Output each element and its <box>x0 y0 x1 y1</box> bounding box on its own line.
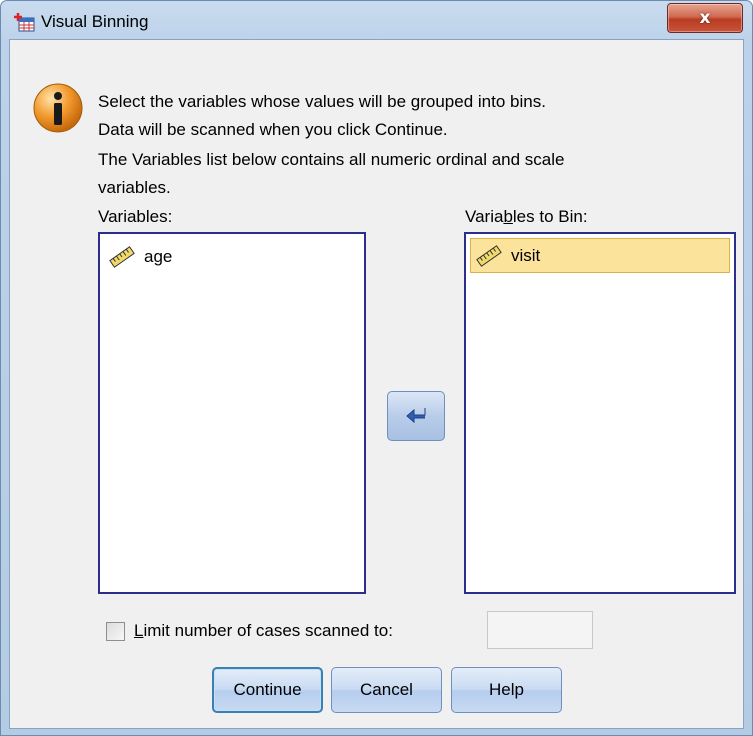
info-icon <box>33 83 83 133</box>
variables-list[interactable]: age <box>98 232 366 594</box>
continue-button[interactable]: Continue <box>212 667 323 713</box>
variable-name: visit <box>511 245 541 265</box>
app-icon <box>14 13 35 32</box>
variable-name: age <box>144 246 173 266</box>
info-text-line-4: variables. <box>98 178 171 197</box>
variables-label: Variables: <box>98 207 173 226</box>
title-bar[interactable]: Visual Binning x <box>1 1 752 39</box>
close-icon: x <box>699 8 711 28</box>
move-to-bin-button[interactable] <box>387 391 445 441</box>
ruler-icon <box>476 244 502 267</box>
info-text-line-3: The Variables list below contains all nu… <box>98 150 565 169</box>
limit-cases-label: Limit number of cases scanned to: <box>134 621 393 640</box>
list-item[interactable]: visit <box>470 238 730 273</box>
window-title: Visual Binning <box>41 12 149 31</box>
variables-to-bin-label: Variables to Bin: <box>465 207 588 226</box>
arrow-icon <box>406 408 426 424</box>
ruler-icon <box>109 245 135 268</box>
cancel-button[interactable]: Cancel <box>331 667 442 713</box>
limit-cases-input[interactable] <box>487 611 593 649</box>
help-button[interactable]: Help <box>451 667 562 713</box>
close-button[interactable]: x <box>667 3 743 33</box>
variables-to-bin-list[interactable]: visit <box>464 232 736 594</box>
info-text-line-1: Select the variables whose values will b… <box>98 92 546 111</box>
info-text-line-2: Data will be scanned when you click Cont… <box>98 120 448 139</box>
list-item[interactable]: age <box>104 240 360 273</box>
limit-cases-checkbox[interactable] <box>106 622 125 641</box>
